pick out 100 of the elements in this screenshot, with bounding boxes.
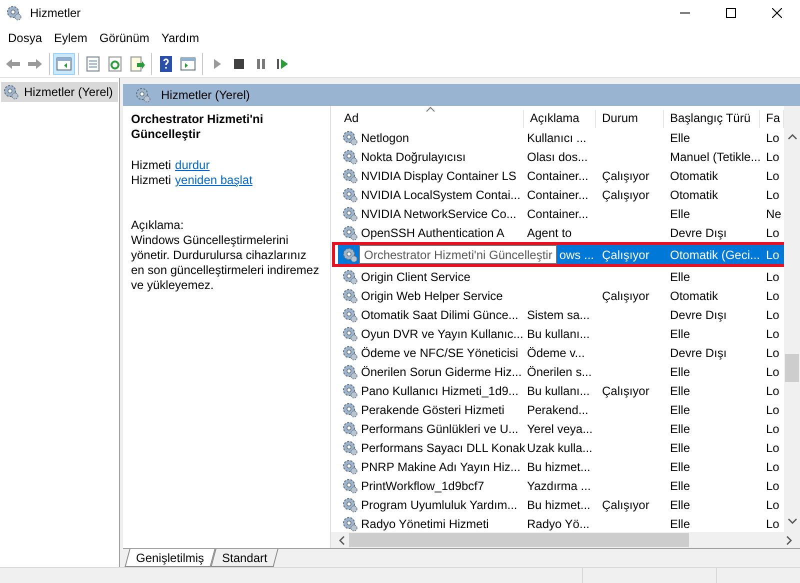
table-row[interactable]: Önerilen Sorun Giderme Hiz... Önerilen s... Elle Lo xyxy=(338,362,784,381)
scroll-down-icon[interactable] xyxy=(788,518,796,524)
table-cell: Lo xyxy=(766,326,780,340)
table-row[interactable]: NVIDIA LocalSystem Contai... Container... Çalışıyor Otomatik Lo xyxy=(338,185,784,204)
table-row[interactable]: PNRP Makine Adı Yayın Hiz... Bu hizmet... Elle Lo xyxy=(338,457,784,476)
column-header[interactable]: Ad xyxy=(338,110,524,128)
table-row[interactable]: Radyo Yönetimi Hizmeti Radyo Yö... Elle Lo xyxy=(338,514,784,532)
table-row[interactable]: Ödeme ve NFC/SE Yöneticisi Ödeme v... Devre Dışı Lo xyxy=(338,343,784,362)
table-cell: Lo xyxy=(766,516,780,530)
table-row[interactable]: Origin Web Helper Service Çalışıyor Otomatik Lo xyxy=(338,286,784,305)
table-cell: Çalışıyor xyxy=(602,188,650,202)
gear-icon xyxy=(342,186,358,202)
table-cell-text: Ödeme ve NFC/SE Yöneticisi xyxy=(361,344,518,362)
gear-icon xyxy=(342,206,358,222)
gear-icon xyxy=(342,306,358,322)
table-cell: Lo xyxy=(766,478,780,492)
table-cell-text: Radyo Yönetimi Hizmeti xyxy=(361,516,489,532)
table-row[interactable]: Perakende Gösteri Hizmeti Perakend... Elle Lo xyxy=(338,400,784,419)
table-cell-text: Program Uyumluluk Yardım... xyxy=(361,496,518,514)
table-cell: Lo xyxy=(766,364,780,378)
table-cell-text: Olası dos... xyxy=(527,148,588,166)
panel-title: Hizmetler (Yerel) xyxy=(161,87,250,104)
gear-icon xyxy=(342,364,358,380)
view-tab[interactable]: Standart xyxy=(210,549,279,567)
gear-icon xyxy=(342,224,358,240)
table-row[interactable]: Nokta Doğrulayıcısı Olası dos... Manuel (Tetikle... Lo xyxy=(338,147,784,166)
table-cell-text: Bu kullanı... xyxy=(527,382,590,400)
table-row[interactable]: NVIDIA Display Container LS Container... Çalışıyor Otomatik Lo xyxy=(338,166,784,185)
table-cell: Lo xyxy=(766,460,780,474)
table-cell-text: Pano Kullanıcı Hizmeti_1d9... xyxy=(361,382,518,400)
gear-icon xyxy=(342,458,358,474)
horizontal-scrollbar[interactable] xyxy=(331,532,800,548)
table-cell: Elle xyxy=(670,422,690,436)
gear-icon xyxy=(342,130,358,146)
table-cell: Elle xyxy=(670,206,690,220)
table-cell: Otomatik (Geci... xyxy=(670,248,760,262)
table-row[interactable]: NVIDIA NetworkService Co... Container... Elle Ne xyxy=(338,204,784,223)
view-tab[interactable]: Genişletilmiş xyxy=(124,549,216,567)
table-cell: Lo xyxy=(766,168,780,182)
column-header[interactable]: Başlangıç Türü xyxy=(664,110,760,128)
table-cell: Elle xyxy=(670,326,690,340)
table-cell: Devre Dışı xyxy=(670,226,727,240)
column-header[interactable]: Durum xyxy=(596,110,664,128)
menu-item[interactable]: Dosya xyxy=(2,29,48,47)
table-cell-text: Önerilen Sorun Giderme Hiz... xyxy=(361,364,522,380)
scroll-thumb[interactable] xyxy=(349,533,689,547)
vertical-scrollbar[interactable] xyxy=(784,106,800,532)
table-cell-text: Container... xyxy=(527,206,588,222)
table-row[interactable]: Performans Günlükleri ve U... Yerel veya... Elle Lo xyxy=(338,419,784,438)
sort-caret-icon xyxy=(426,106,435,112)
table-cell: Lo xyxy=(766,346,780,360)
table-row[interactable]: PrintWorkflow_1d9bcf7 Yazdırma ... Elle Lo xyxy=(338,476,784,495)
app-icon xyxy=(6,5,22,21)
scroll-left-icon[interactable] xyxy=(339,536,345,544)
table-cell: Elle xyxy=(670,130,690,144)
table-cell-text: Performans Günlükleri ve U... xyxy=(361,420,518,438)
table-cell-text: Origin Client Service xyxy=(361,268,470,286)
table-cell-text: Agent to xyxy=(527,224,572,242)
table-row[interactable]: Netlogon Kullanıcı ... Elle Lo xyxy=(338,128,784,147)
table-row[interactable]: Program Uyumluluk Yardım... Bu hizmet... Çalışıyor Elle Lo xyxy=(338,495,784,514)
scroll-right-icon[interactable] xyxy=(786,536,792,544)
table-cell: Lo xyxy=(766,248,780,262)
table-row[interactable]: Origin Client Service Elle Lo xyxy=(338,267,784,286)
table-row[interactable]: Performans Sayacı DLL Konak Uzak kulla... Elle Lo xyxy=(338,438,784,457)
table-cell: Çalışıyor xyxy=(602,168,650,182)
maximize-icon xyxy=(726,8,736,18)
scroll-up-icon[interactable] xyxy=(788,134,796,140)
console-tree-icon[interactable] xyxy=(53,52,75,74)
table-row[interactable]: Oyun DVR ve Yayın Kullanıc... Bu kullanı... Elle Lo xyxy=(338,324,784,343)
column-header[interactable]: Açıklama xyxy=(524,110,596,128)
gear-icon xyxy=(342,168,358,184)
gear-icon xyxy=(342,268,358,284)
table-cell-text: Netlogon xyxy=(361,130,410,146)
table-cell: Elle xyxy=(670,460,690,474)
action-link[interactable]: durdur xyxy=(175,158,210,173)
menu-item[interactable]: Eylem xyxy=(48,29,94,47)
table-cell: Lo xyxy=(766,308,780,322)
table-cell-text: Önerilen s... xyxy=(527,364,592,380)
table-cell-text: Bu kullanı... xyxy=(527,326,590,342)
gear-icon xyxy=(342,516,358,532)
table-cell: Elle xyxy=(670,516,690,530)
table-cell-text: PrintWorkflow_1d9bcf7 xyxy=(361,478,484,494)
action-link[interactable]: yeniden başlat xyxy=(175,173,252,188)
table-cell: Devre Dışı xyxy=(670,308,727,322)
menu-item[interactable]: Görünüm xyxy=(93,29,156,47)
menu-item[interactable]: Yardım xyxy=(155,29,206,47)
table-cell-text: Perakende Gösteri Hizmeti xyxy=(361,402,504,418)
table-row[interactable]: OpenSSH Authentication A Agent to Devre Dışı Lo xyxy=(338,223,784,242)
table-cell-text: Bu hizmet... xyxy=(527,496,590,514)
table-row[interactable]: Otomatik Saat Dilimi Günce... Sistem sa... Devre Dışı Lo xyxy=(338,305,784,324)
table-cell-text: Origin Web Helper Service xyxy=(361,288,503,304)
table-cell-text: Radyo Yö... xyxy=(527,516,590,532)
table-row[interactable]: Pano Kullanıcı Hizmeti_1d9... Bu kullanı... Çalışıyor Elle Lo xyxy=(338,381,784,400)
scroll-thumb[interactable] xyxy=(785,354,799,382)
table-cell: Elle xyxy=(670,270,690,284)
table-cell: Elle xyxy=(670,384,690,398)
tree-item[interactable]: Hizmetler (Yerel) xyxy=(1,82,118,102)
table-cell: Çalışıyor xyxy=(602,384,650,398)
details-title: Orchestrator Hizmeti'ni Güncelleştir xyxy=(131,112,264,142)
table-cell: Lo xyxy=(766,150,780,164)
